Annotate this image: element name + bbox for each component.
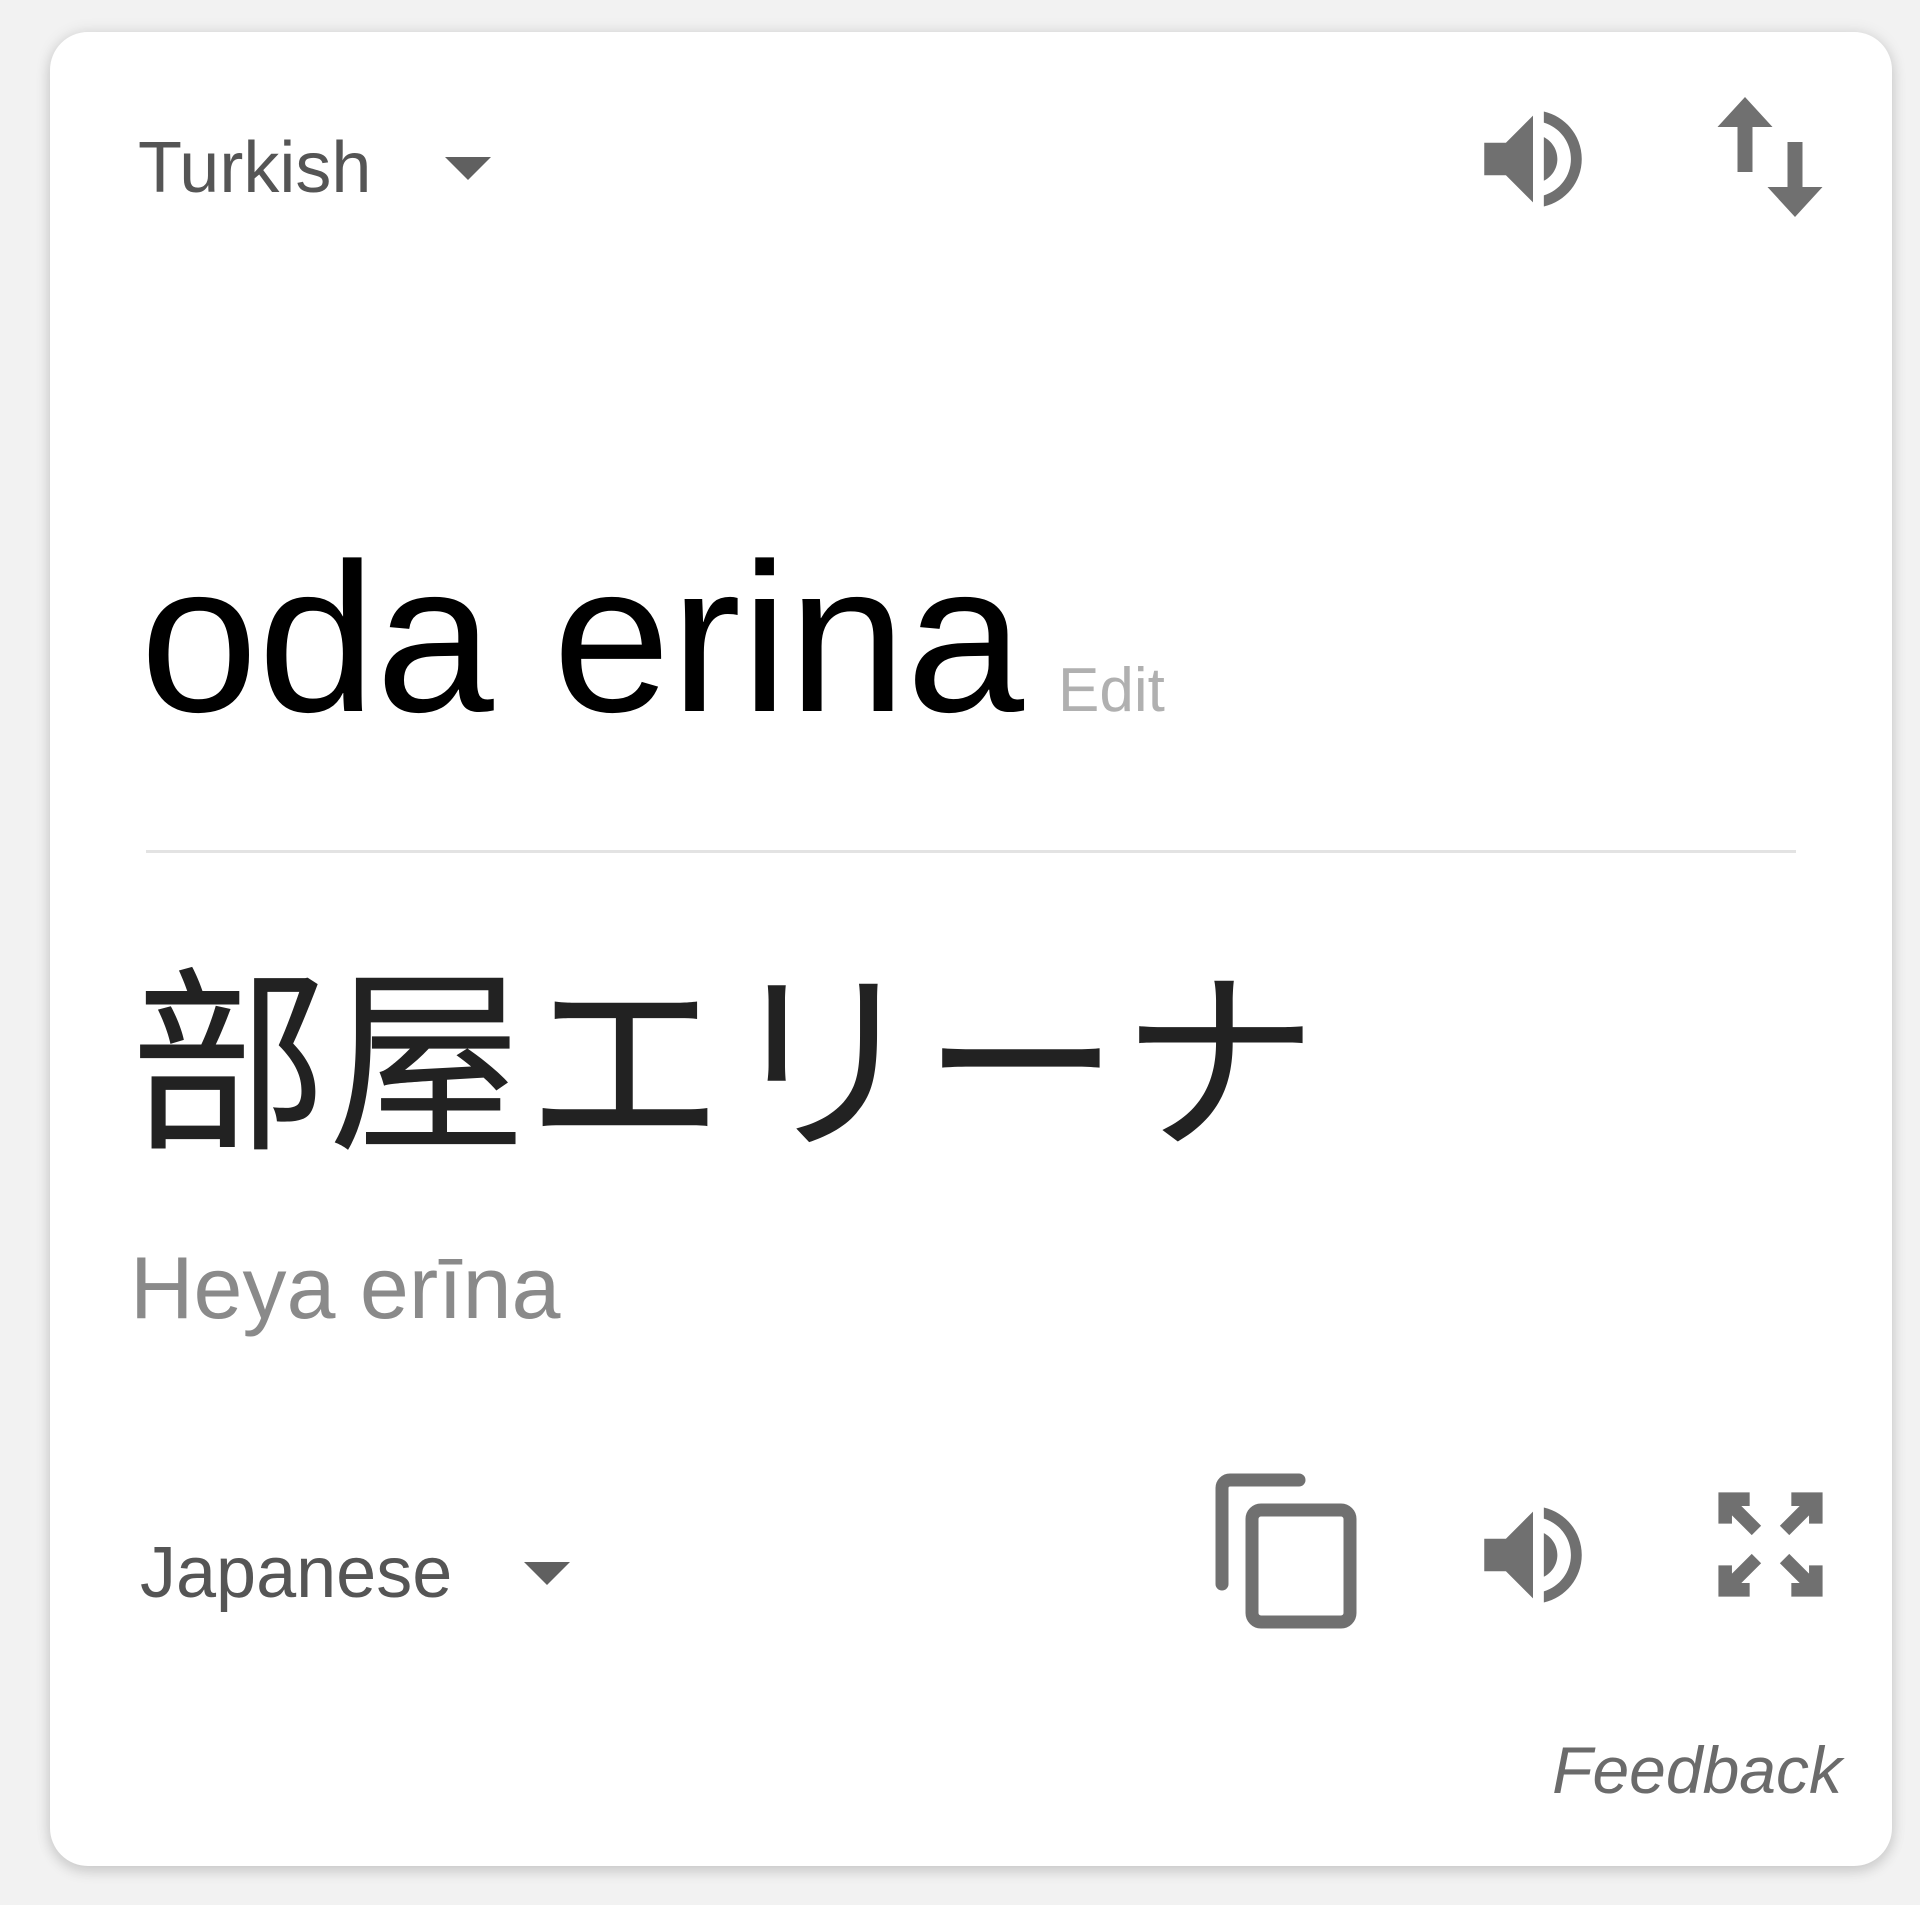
caret-down-icon: [445, 156, 492, 180]
speaker-icon: [1484, 1507, 1582, 1603]
target-language-select[interactable]: Japanese: [140, 1533, 571, 1613]
fullscreen-button[interactable]: [1708, 1482, 1833, 1607]
target-language-label: Japanese: [140, 1533, 453, 1613]
romanization-text: Heya erīna: [130, 1238, 561, 1337]
speaker-icon: [1484, 111, 1582, 207]
translate-card: Turkish oda erina Edit 部屋エリーナ Heya erīna …: [50, 32, 1892, 1866]
target-listen-button[interactable]: [1468, 1490, 1598, 1620]
copy-icon: [1215, 1473, 1357, 1629]
swap-languages-icon: [1717, 97, 1823, 217]
source-language-select[interactable]: Turkish: [138, 128, 492, 208]
swap-languages-button[interactable]: [1710, 92, 1830, 222]
feedback-link[interactable]: Feedback: [1552, 1732, 1842, 1808]
edit-link[interactable]: Edit: [1058, 656, 1165, 725]
translated-text: 部屋エリーナ: [130, 955, 1318, 1176]
copy-button[interactable]: [1215, 1472, 1365, 1634]
fullscreen-icon: [1718, 1492, 1823, 1597]
source-listen-button[interactable]: [1468, 94, 1598, 224]
source-text-area[interactable]: oda erina Edit: [140, 532, 1165, 744]
source-text: oda erina: [140, 519, 1025, 756]
caret-down-icon: [524, 1561, 571, 1585]
divider: [146, 850, 1796, 853]
source-language-label: Turkish: [138, 128, 372, 208]
